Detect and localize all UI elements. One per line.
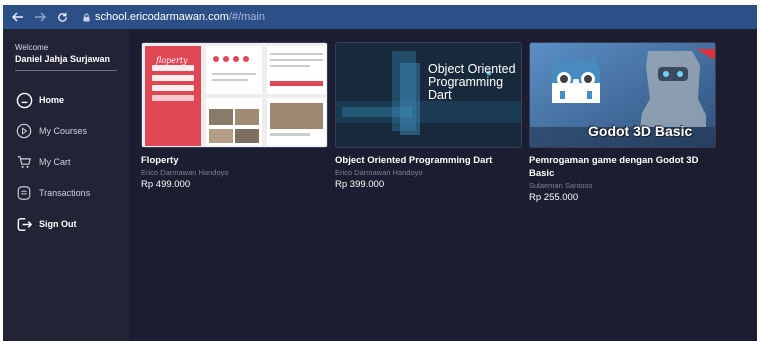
course-author: Erico Darmawan Handoyo <box>335 168 423 177</box>
course-card-godot[interactable]: Godot 3D Basic Pemrogaman game dengan Go… <box>529 42 716 203</box>
sidebar-item-label: My Courses <box>39 126 88 136</box>
course-card-oop-dart[interactable]: Object Oriented Programming Dart Object … <box>335 42 522 190</box>
lock-icon[interactable] <box>81 5 91 29</box>
course-thumbnail[interactable]: Godot 3D Basic <box>529 42 716 148</box>
cart-icon <box>15 153 33 171</box>
sidebar-item-label: Sign Out <box>39 219 77 229</box>
browser-toolbar: school.ericodarmawan.com/#/main <box>3 5 757 29</box>
sidebar-item-my-cart[interactable]: My Cart <box>15 151 123 173</box>
username: Daniel Jahja Surjawan <box>15 54 111 64</box>
reload-icon[interactable] <box>51 5 73 29</box>
sidebar: Welcome Daniel Jahja Surjawan Home My Co… <box>3 29 129 341</box>
sidebar-item-sign-out[interactable]: Sign Out <box>15 213 123 235</box>
course-grid: floperty Floperty Erico Darmawan Handoyo… <box>129 29 757 341</box>
url-host: school.ericodarmawan.com <box>95 11 229 23</box>
sidebar-item-my-courses[interactable]: My Courses <box>15 120 123 142</box>
sidebar-item-label: My Cart <box>39 157 71 167</box>
welcome-label: Welcome <box>15 43 49 52</box>
course-price: Rp 399.000 <box>335 179 385 190</box>
url-path: /#/main <box>228 11 265 23</box>
divider <box>15 70 117 71</box>
course-price: Rp 255.000 <box>529 192 579 203</box>
course-author: Erico Darmawan Handoyo <box>141 168 229 177</box>
course-title[interactable]: Pemrogaman game dengan Godot 3D Basic <box>529 154 716 180</box>
course-title[interactable]: Object Oriented Programming Dart <box>335 154 522 167</box>
address-bar[interactable]: school.ericodarmawan.com/#/main <box>95 11 265 23</box>
play-circle-icon <box>15 122 33 140</box>
course-title[interactable]: Floperty <box>141 154 328 167</box>
sidebar-item-transactions[interactable]: Transactions <box>15 182 123 204</box>
arrow-right-icon[interactable] <box>29 5 51 29</box>
course-thumbnail[interactable]: Object Oriented Programming Dart <box>335 42 522 148</box>
home-icon <box>15 91 33 109</box>
sidebar-item-label: Home <box>39 95 65 105</box>
thumb-title-text: Object Oriented Programming Dart <box>428 62 516 102</box>
thumb-logo-text: floperty <box>156 56 188 65</box>
arrow-left-icon[interactable] <box>7 5 29 29</box>
course-price: Rp 499.000 <box>141 179 191 190</box>
course-author: Sulaeman Santoso <box>529 181 593 190</box>
document-icon <box>15 184 33 202</box>
sign-out-icon <box>15 215 33 233</box>
sidebar-item-home[interactable]: Home <box>15 89 123 111</box>
app-window: school.ericodarmawan.com/#/main Welcome … <box>3 5 757 341</box>
course-card-floperty[interactable]: floperty Floperty Erico Darmawan Handoyo… <box>141 42 328 190</box>
course-thumbnail[interactable]: floperty <box>141 42 328 148</box>
thumb-title-text: Godot 3D Basic <box>588 123 693 139</box>
sidebar-item-label: Transactions <box>39 188 91 198</box>
